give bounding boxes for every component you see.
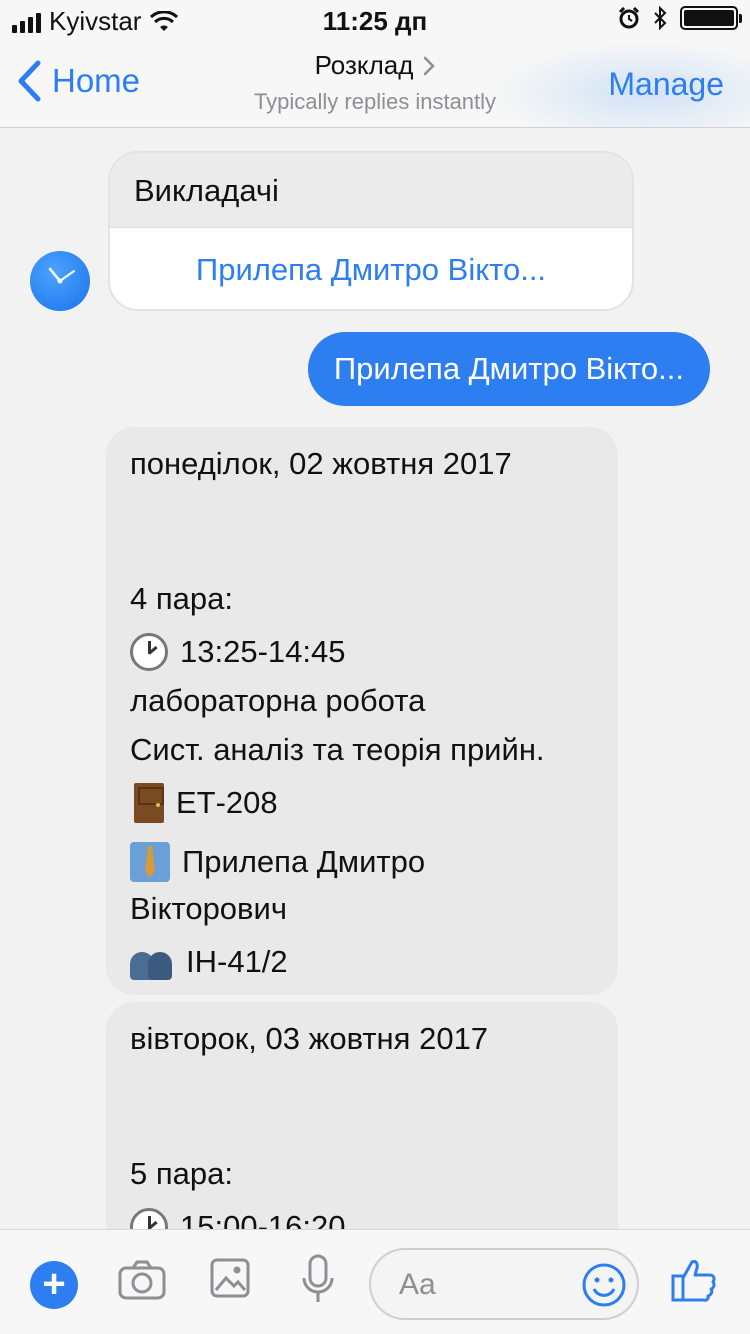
- thumbs-up-icon[interactable]: [670, 1256, 718, 1304]
- bot-avatar[interactable]: [30, 251, 90, 311]
- teacher-icon: [130, 841, 170, 882]
- clock-icon: [130, 632, 168, 671]
- battery-icon: [680, 6, 742, 30]
- composer-bar: +: [0, 1229, 750, 1334]
- message-date: понеділок, 02 жовтня 2017: [130, 446, 512, 481]
- message-input-box[interactable]: [369, 1248, 639, 1320]
- pair-time: 15:00-16:20: [180, 1209, 346, 1229]
- schedule-message[interactable]: понеділок, 02 жовтня 2017 4 пара: 13:25-…: [106, 427, 618, 995]
- door-icon: [134, 782, 164, 823]
- pair-number: 4 пара:: [130, 581, 233, 616]
- card-header: Викладачі: [110, 153, 632, 227]
- status-right: [618, 6, 742, 30]
- teachers-card: Викладачі Прилепа Дмитро Вікто...: [108, 151, 634, 311]
- chevron-right-icon: [424, 56, 436, 75]
- pair-number: 5 пара:: [130, 1156, 233, 1191]
- lesson-room: ЕТ-208: [176, 785, 278, 820]
- student-group: ІН-41/2: [186, 944, 288, 979]
- plus-icon[interactable]: +: [30, 1261, 78, 1309]
- schedule-message[interactable]: вівторок, 03 жовтня 2017 5 пара: 15:00-1…: [106, 1002, 618, 1229]
- pair-time: 13:25-14:45: [180, 634, 346, 669]
- microphone-icon[interactable]: [300, 1254, 336, 1306]
- group-icon: [130, 944, 174, 980]
- clock-icon: [130, 1207, 168, 1229]
- manage-button[interactable]: Manage: [608, 66, 724, 103]
- outgoing-message[interactable]: Прилепа Дмитро Вікто...: [307, 332, 710, 406]
- teacher-option-button[interactable]: Прилепа Дмитро Вікто...: [110, 227, 632, 309]
- conversation-title: Розклад: [314, 50, 414, 80]
- alarm-icon: [618, 7, 640, 29]
- teacher-name: Прилепа Дмитро: [182, 844, 426, 879]
- camera-icon[interactable]: [118, 1258, 166, 1302]
- bluetooth-icon: [654, 6, 667, 30]
- nav-bar: Home Розклад Typically replies instantly…: [0, 40, 750, 128]
- chat-thread[interactable]: Викладачі Прилепа Дмитро Вікто... Прилеп…: [0, 129, 750, 1229]
- emoji-icon[interactable]: [581, 1262, 627, 1308]
- teacher-name-cont: Вікторович: [130, 891, 287, 926]
- lesson-subject: Сист. аналіз та теорія прийн.: [130, 732, 545, 767]
- status-bar: Kyivstar 11:25 дп: [0, 0, 750, 40]
- image-icon[interactable]: [210, 1258, 250, 1298]
- message-input[interactable]: [399, 1266, 569, 1304]
- lesson-type: лабораторна робота: [130, 683, 426, 718]
- message-date: вівторок, 03 жовтня 2017: [130, 1021, 489, 1056]
- clock-avatar-icon: [48, 267, 75, 284]
